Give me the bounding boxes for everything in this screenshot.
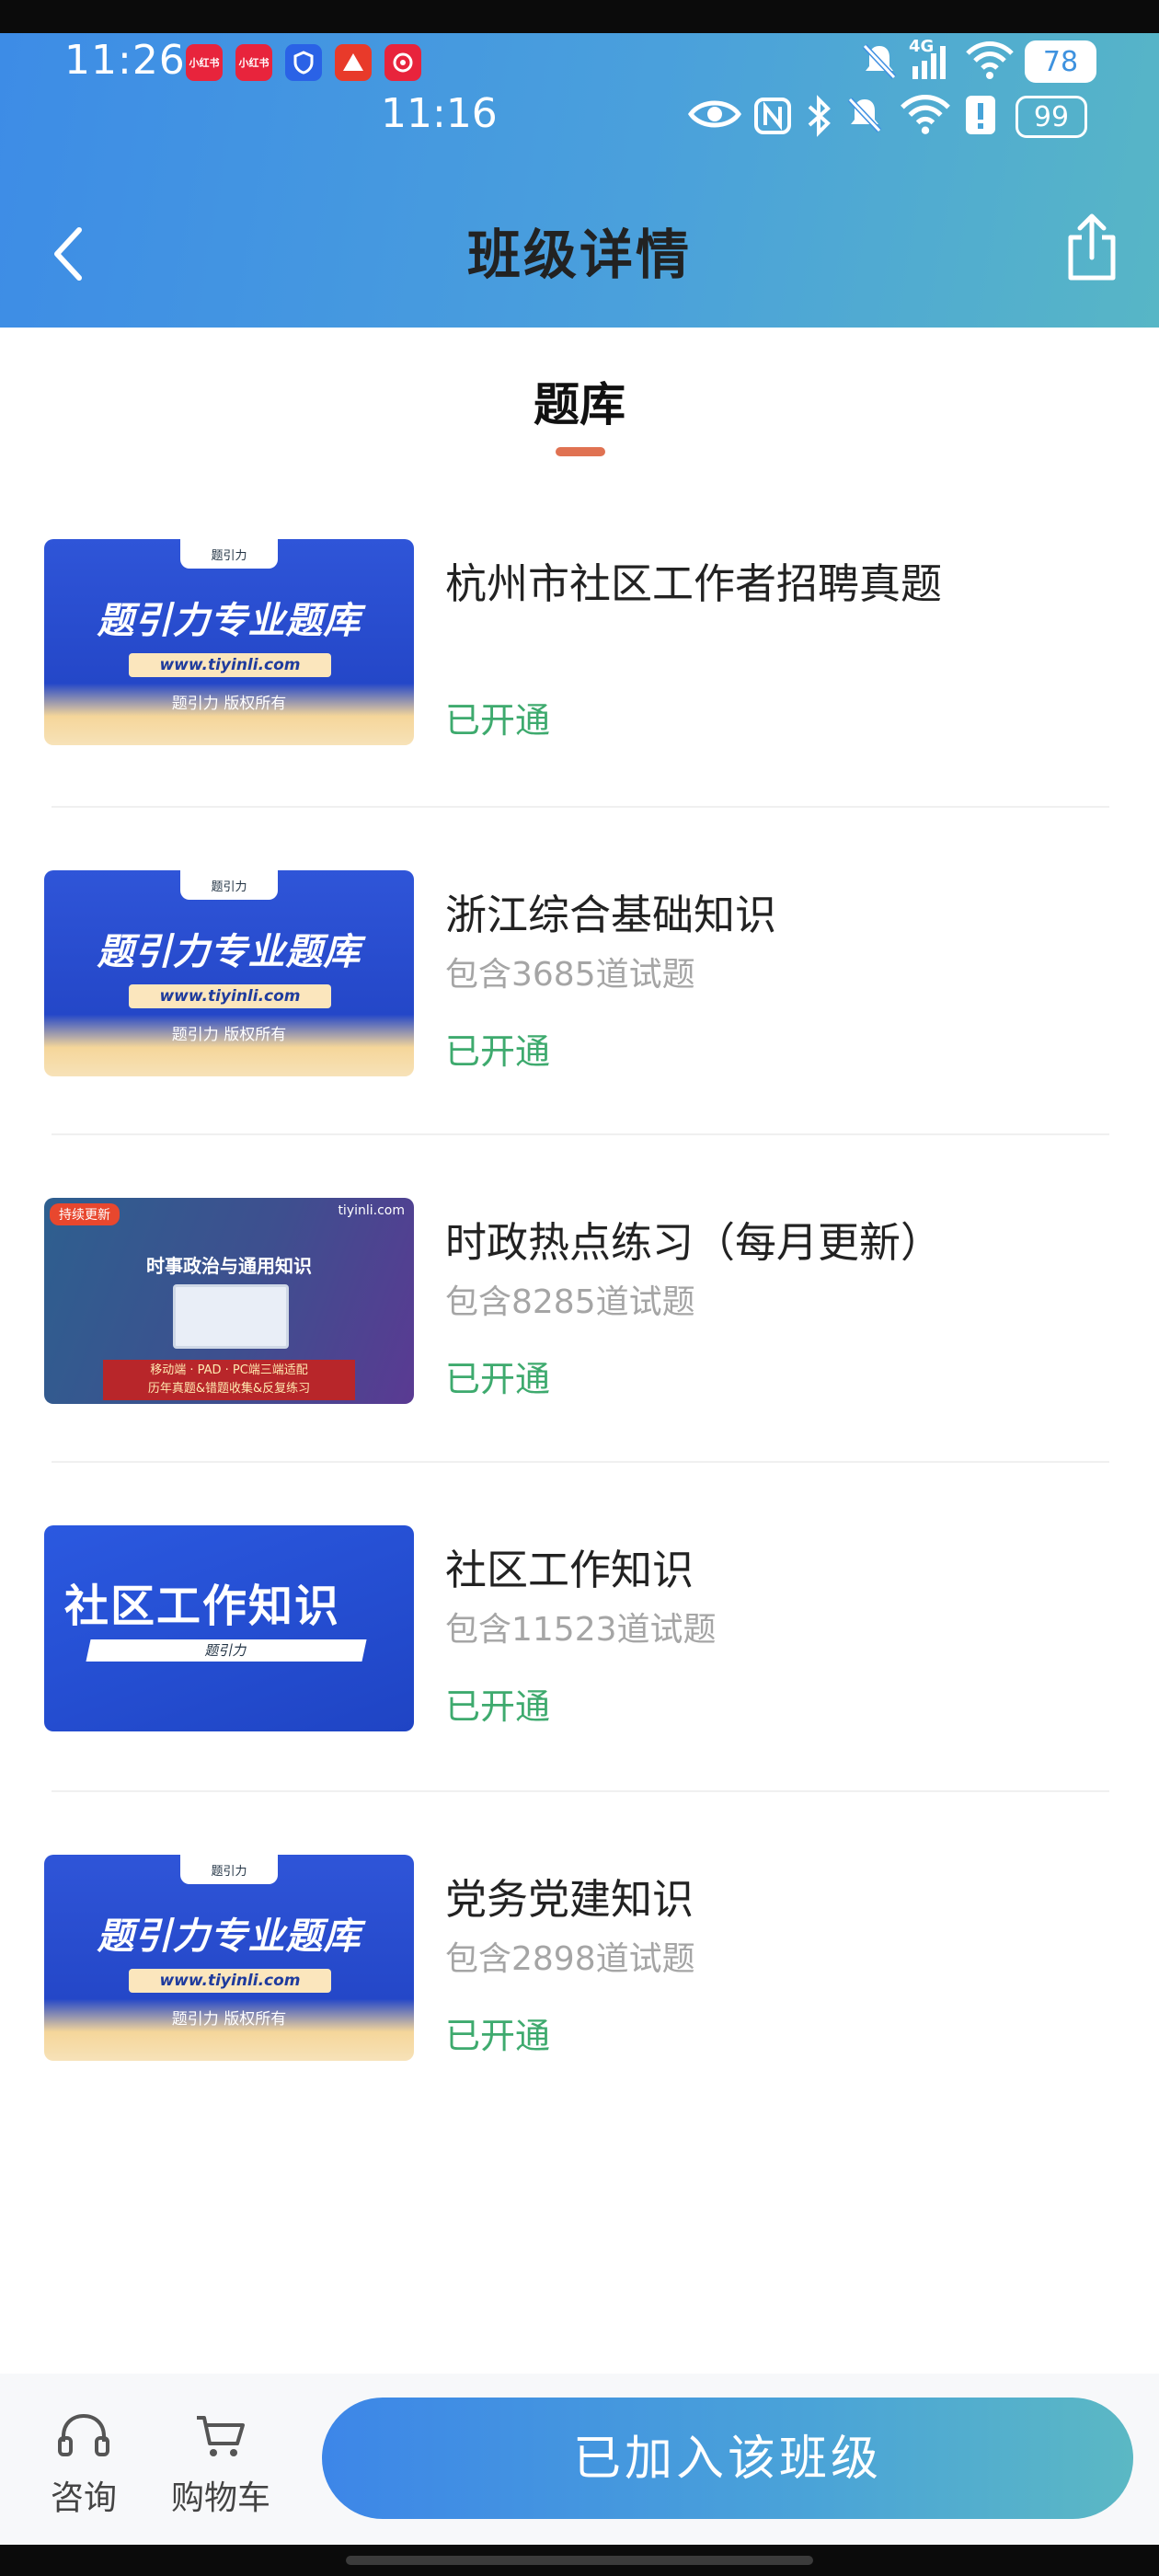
cart-label: 购物车 bbox=[170, 2479, 270, 2517]
bluetooth-icon bbox=[802, 94, 835, 142]
item-question-count: 包含2898道试题 bbox=[445, 1940, 695, 1978]
divider bbox=[52, 1133, 1109, 1135]
share-icon bbox=[1068, 213, 1116, 281]
course-thumbnail: 题引力 题引力专业题库 www.tiyinli.com 题引力 版权所有 bbox=[44, 870, 414, 1076]
thumbnail-feature-box: 移动端 · PAD · PC端三端适配 历年真题&错题收集&反复练习 bbox=[103, 1360, 355, 1400]
xiaohongshu-icon: 小红书 bbox=[235, 44, 272, 81]
list-item[interactable]: 社区工作知识 题引力 社区工作知识 包含11523道试题 已开通 bbox=[44, 1525, 1115, 1855]
list-item[interactable]: 题引力 题引力专业题库 www.tiyinli.com 题引力 版权所有 浙江综… bbox=[44, 870, 1115, 1200]
item-title: 社区工作知识 bbox=[445, 1546, 694, 1594]
thumbnail-title: 社区工作知识 bbox=[64, 1581, 341, 1632]
thumbnail-subtitle: 时事政治与通用知识 bbox=[146, 1255, 312, 1277]
tab-active-indicator bbox=[556, 447, 605, 456]
list-item[interactable]: 题引力 题引力专业题库 www.tiyinli.com 题引力 版权所有 杭州市… bbox=[44, 539, 1115, 868]
thumbnail-url: www.tiyinli.com bbox=[129, 1969, 331, 1993]
bottom-action-bar: 咨询 购物车 已加入该班级 bbox=[0, 2374, 1159, 2545]
thumbnail-logo: 题引力 bbox=[180, 870, 278, 900]
mute-icon bbox=[859, 40, 900, 85]
item-title: 党务党建知识 bbox=[445, 1875, 694, 1924]
signal-icon: 4G bbox=[909, 37, 953, 86]
tab-question-bank[interactable]: 题库 bbox=[0, 368, 1159, 434]
list-item[interactable]: 持续更新 tiyinli.com 时事政治与通用知识 移动端 · PAD · P… bbox=[44, 1198, 1115, 1527]
course-thumbnail: 持续更新 tiyinli.com 时事政治与通用知识 移动端 · PAD · P… bbox=[44, 1198, 414, 1404]
battery-indicator: 78 bbox=[1025, 40, 1096, 83]
item-title: 杭州市社区工作者招聘真题 bbox=[445, 559, 943, 608]
home-indicator[interactable] bbox=[346, 2556, 813, 2565]
item-status: 已开通 bbox=[445, 2016, 551, 2056]
thumbnail-title: 题引力专业题库 bbox=[97, 931, 361, 973]
item-status: 已开通 bbox=[445, 1031, 551, 1072]
wifi-icon bbox=[966, 40, 1014, 85]
thumbnail-logo: 题引力 bbox=[180, 539, 278, 569]
item-status: 已开通 bbox=[445, 1686, 551, 1727]
item-title: 时政热点练习（每月更新） bbox=[445, 1218, 943, 1267]
divider bbox=[52, 806, 1109, 808]
thumbnail-url: www.tiyinli.com bbox=[129, 653, 331, 677]
device-mockup bbox=[173, 1284, 289, 1349]
divider bbox=[52, 1461, 1109, 1463]
nfc-icon bbox=[752, 96, 793, 140]
bank-app-icon bbox=[335, 44, 372, 81]
cart-button[interactable]: 购物车 bbox=[166, 2410, 276, 2519]
headset-icon bbox=[58, 2413, 109, 2456]
thumbnail-badge: 持续更新 bbox=[50, 1203, 120, 1225]
thumbnail-title: 题引力专业题库 bbox=[97, 600, 361, 642]
page-title: 班级详情 bbox=[466, 224, 692, 286]
item-status: 已开通 bbox=[445, 700, 551, 741]
thumbnail-copyright: 题引力 版权所有 bbox=[171, 1026, 287, 1044]
shopping-cart-icon bbox=[197, 2416, 245, 2456]
top-screen-border bbox=[0, 0, 1159, 33]
course-thumbnail: 题引力 题引力专业题库 www.tiyinli.com 题引力 版权所有 bbox=[44, 1855, 414, 2061]
item-status: 已开通 bbox=[445, 1359, 551, 1399]
thumbnail-feature-line: 移动端 · PAD · PC端三端适配 bbox=[150, 1363, 308, 1377]
mute-icon bbox=[844, 94, 885, 138]
status-time-secondary: 11:16 bbox=[381, 90, 498, 137]
alert-icon bbox=[964, 94, 997, 140]
divider bbox=[52, 1790, 1109, 1792]
shield-app-icon bbox=[285, 44, 322, 81]
thumbnail-logo: 题引力 bbox=[180, 1855, 278, 1884]
thumbnail-feature-line: 历年真题&错题收集&反复练习 bbox=[147, 1382, 311, 1396]
network-type: 4G bbox=[909, 37, 935, 56]
thumbnail-brand: 题引力 bbox=[86, 1639, 367, 1662]
course-thumbnail: 题引力 题引力专业题库 www.tiyinli.com 题引力 版权所有 bbox=[44, 539, 414, 745]
battery-indicator-secondary: 99 bbox=[1016, 96, 1087, 138]
wifi-icon bbox=[900, 94, 951, 140]
thumbnail-copyright: 题引力 版权所有 bbox=[171, 2010, 287, 2029]
list-item[interactable]: 题引力 题引力专业题库 www.tiyinli.com 题引力 版权所有 党务党… bbox=[44, 1855, 1115, 2184]
item-question-count: 包含3685道试题 bbox=[445, 956, 695, 994]
join-class-button[interactable]: 已加入该班级 bbox=[322, 2398, 1133, 2519]
item-question-count: 包含11523道试题 bbox=[445, 1611, 717, 1649]
xiaohongshu-icon: 小红书 bbox=[186, 44, 223, 81]
meituan-app-icon bbox=[384, 44, 421, 81]
thumbnail-site: tiyinli.com bbox=[338, 1203, 405, 1218]
item-question-count: 包含8285道试题 bbox=[445, 1283, 695, 1321]
eye-icon bbox=[687, 96, 742, 136]
thumbnail-title: 题引力专业题库 bbox=[97, 1915, 361, 1958]
share-button[interactable] bbox=[1060, 210, 1124, 287]
item-title: 浙江综合基础知识 bbox=[445, 891, 777, 939]
course-thumbnail: 社区工作知识 题引力 bbox=[44, 1525, 414, 1731]
consult-label: 咨询 bbox=[50, 2479, 117, 2517]
status-time: 11:26 bbox=[64, 37, 186, 84]
thumbnail-url: www.tiyinli.com bbox=[129, 984, 331, 1008]
thumbnail-copyright: 题引力 版权所有 bbox=[171, 695, 287, 713]
consult-button[interactable]: 咨询 bbox=[33, 2410, 134, 2519]
